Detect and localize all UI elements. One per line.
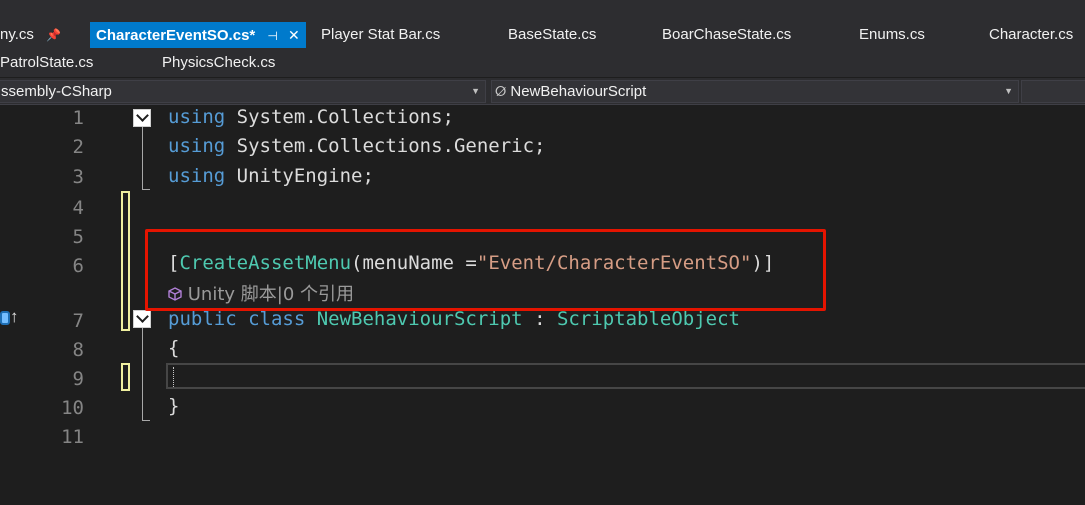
class-name: NewBehaviourScript (305, 308, 523, 330)
tab-physicscheck[interactable]: PhysicsCheck.cs (162, 49, 275, 77)
tab-character[interactable]: Character.cs (989, 21, 1073, 49)
collapse-icon[interactable] (133, 310, 151, 328)
tab-row-2: PatrolState.cs PhysicsCheck.cs (0, 49, 1085, 77)
code-text: UnityEngine; (225, 165, 374, 187)
keyword: using (168, 135, 226, 157)
tab-patrolstate[interactable]: PatrolState.cs (0, 49, 93, 77)
code-line-10[interactable]: } (168, 395, 179, 417)
tab-row-1: ny.cs 📌 CharacterEventSO.cs* ⊣ ✕ Player … (0, 21, 1085, 49)
tab-boarchasestate[interactable]: BoarChaseState.cs (662, 21, 791, 49)
line-number: 5 (72, 226, 84, 248)
line-number: 6 (72, 255, 84, 277)
tab-ny-cs[interactable]: ny.cs (0, 21, 34, 49)
tab-charactereventso[interactable]: CharacterEventSO.cs* ⊣ ✕ (90, 22, 306, 48)
line-number: 11 (61, 426, 84, 448)
line-number: 1 (72, 107, 84, 129)
pin-icon[interactable]: ⊣ (267, 29, 277, 43)
line-number: 9 (72, 368, 84, 390)
member-dropdown[interactable] (1021, 80, 1085, 103)
code-line-2[interactable]: using System.Collections.Generic; (168, 135, 546, 157)
keyword: public class (168, 308, 306, 330)
line-number: 3 (72, 166, 84, 188)
tab-enums[interactable]: Enums.cs (859, 21, 925, 49)
outline-guide-end (142, 420, 150, 421)
keyword: using (168, 165, 226, 187)
project-dropdown[interactable]: ssembly-CSharp ▼ (0, 80, 486, 103)
change-marker (121, 191, 130, 331)
base-class-name: ScriptableObject (556, 308, 740, 330)
outline-guide-end (142, 189, 150, 190)
line-number: 8 (72, 339, 84, 361)
keyword: using (168, 106, 226, 128)
code-text: : (522, 308, 557, 330)
outline-guide (142, 127, 143, 189)
pin-icon[interactable]: 📌 (46, 21, 61, 49)
codelens-margin-icon[interactable] (0, 311, 10, 325)
collapse-icon[interactable] (133, 109, 151, 127)
code-editor[interactable]: 1 2 3 4 5 6 7 8 9 10 11 ↑ using System.C… (0, 105, 1085, 505)
tab-strip-top (0, 0, 1085, 21)
project-dropdown-value: ssembly-CSharp (1, 83, 112, 100)
line-number: 4 (72, 197, 84, 219)
code-line-3[interactable]: using UnityEngine; (168, 165, 374, 187)
code-line-8[interactable]: { (168, 337, 179, 359)
outline-guide (142, 328, 143, 420)
current-line-highlight (166, 363, 1085, 389)
chevron-down-icon: ▼ (1004, 86, 1013, 96)
class-icon: ⭘̷ (495, 83, 507, 99)
tab-label: CharacterEventSO.cs* (96, 27, 256, 44)
close-icon[interactable]: ✕ (288, 27, 300, 43)
code-line-1[interactable]: using System.Collections; (168, 106, 454, 128)
line-number: 2 (72, 136, 84, 158)
class-dropdown[interactable]: ⭘̷ NewBehaviourScript ▼ (491, 80, 1019, 103)
tab-player-stat-bar[interactable]: Player Stat Bar.cs (321, 21, 440, 49)
brace: { (168, 337, 180, 359)
chevron-down-icon: ▼ (471, 86, 480, 96)
class-dropdown-value: NewBehaviourScript (510, 83, 647, 100)
up-arrow-icon: ↑ (10, 307, 19, 326)
tab-basestate[interactable]: BaseState.cs (508, 21, 596, 49)
line-number: 10 (61, 397, 84, 419)
code-text: System.Collections.Generic; (225, 135, 546, 157)
code-text: System.Collections; (225, 106, 454, 128)
brace: } (168, 395, 180, 417)
annotation-highlight-box (145, 229, 826, 311)
change-marker (121, 363, 130, 391)
navigation-bar: ssembly-CSharp ▼ ⭘̷ NewBehaviourScript ▼ (0, 78, 1085, 105)
code-line-7[interactable]: public class NewBehaviourScript : Script… (168, 308, 740, 330)
text-caret (173, 367, 174, 387)
line-number: 7 (72, 310, 84, 332)
